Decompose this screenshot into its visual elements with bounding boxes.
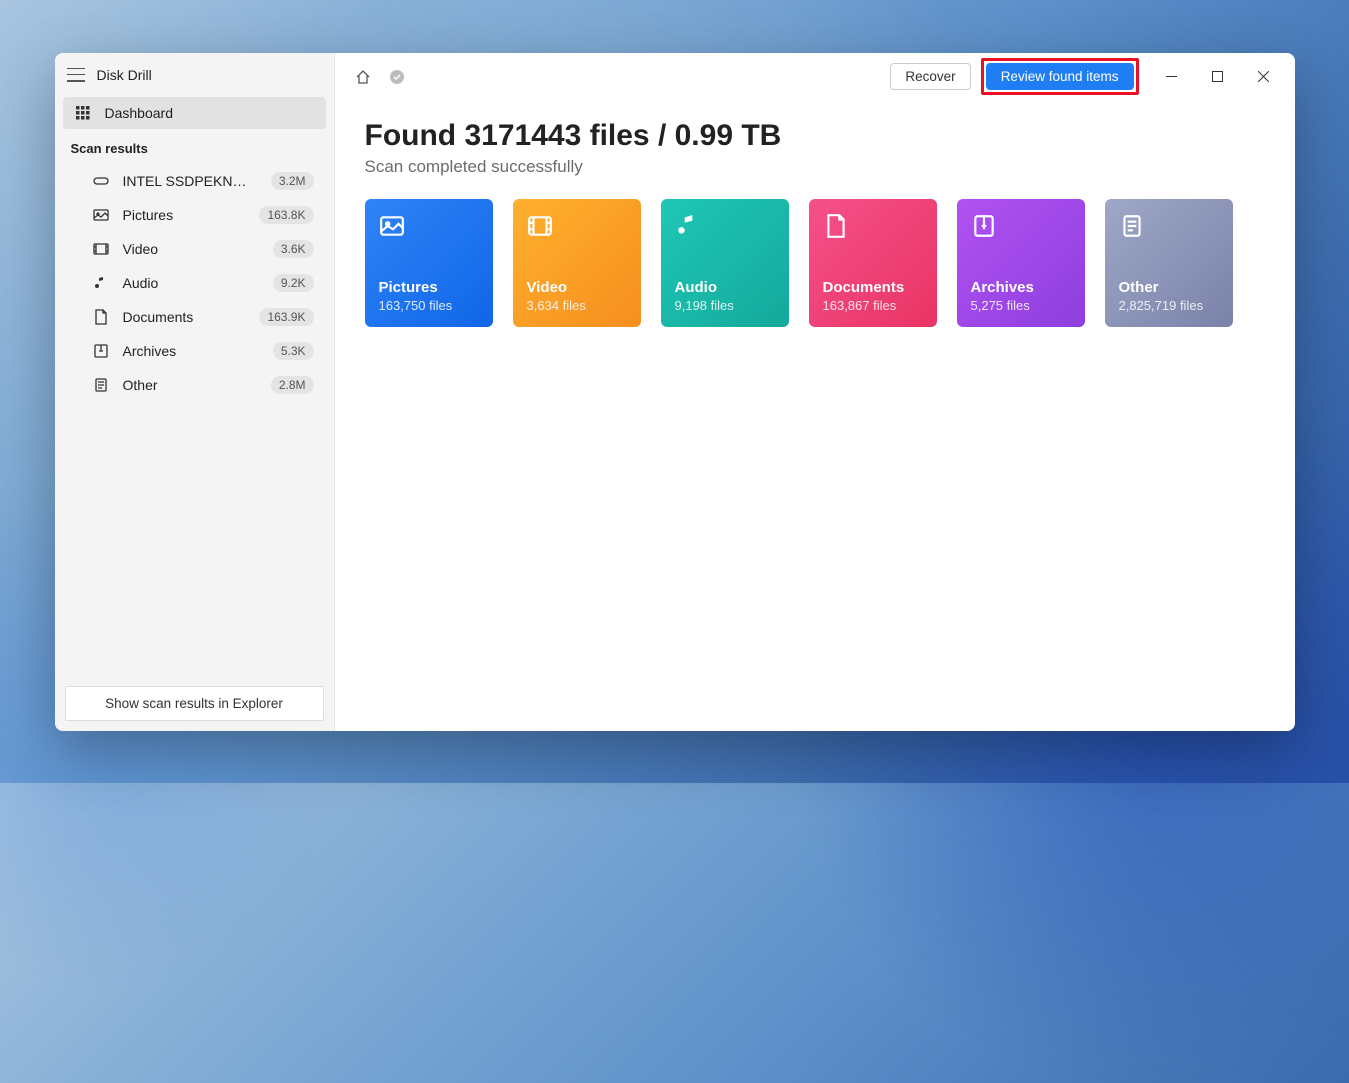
recover-button[interactable]: Recover	[890, 63, 970, 90]
card-sub: 2,825,719 files	[1119, 298, 1219, 313]
menu-icon[interactable]	[67, 68, 85, 82]
video-icon	[527, 213, 553, 239]
nav-item-label: Other	[123, 377, 158, 393]
page-headline: Found 3171443 files / 0.99 TB	[365, 119, 1265, 153]
window-controls	[1149, 61, 1287, 93]
count-badge: 3.6K	[273, 240, 314, 258]
file-icon	[93, 377, 109, 393]
nav-other[interactable]: Other 2.8M	[63, 368, 326, 402]
highlight-annotation: Review found items	[981, 58, 1139, 95]
nav-item-label: INTEL SSDPEKNW512G8	[123, 173, 257, 189]
nav-pictures[interactable]: Pictures 163.8K	[63, 198, 326, 232]
close-icon[interactable]	[1241, 61, 1287, 93]
nav-item-label: Pictures	[123, 207, 174, 223]
card-title: Video	[527, 279, 627, 296]
sidebar-header: Disk Drill	[55, 53, 334, 97]
minimize-icon[interactable]	[1149, 61, 1195, 93]
image-icon	[379, 213, 405, 239]
nav-documents[interactable]: Documents 163.9K	[63, 300, 326, 334]
nav-dashboard-label: Dashboard	[105, 105, 174, 121]
nav-item-label: Audio	[123, 275, 159, 291]
card-title: Audio	[675, 279, 775, 296]
sidebar-heading-scan: Scan results	[55, 129, 334, 164]
card-sub: 5,275 files	[971, 298, 1071, 313]
card-sub: 163,867 files	[823, 298, 923, 313]
card-pictures[interactable]: Pictures 163,750 files	[365, 199, 493, 327]
count-badge: 2.8M	[271, 376, 314, 394]
file-icon	[1119, 213, 1145, 239]
maximize-icon[interactable]	[1195, 61, 1241, 93]
home-icon[interactable]	[355, 69, 371, 85]
card-sub: 163,750 files	[379, 298, 479, 313]
card-title: Archives	[971, 279, 1071, 296]
count-badge: 9.2K	[273, 274, 314, 292]
nav-archives[interactable]: Archives 5.3K	[63, 334, 326, 368]
card-title: Documents	[823, 279, 923, 296]
card-sub: 3,634 files	[527, 298, 627, 313]
topbar: Recover Review found items	[335, 53, 1295, 101]
nav-dashboard[interactable]: Dashboard	[63, 97, 326, 129]
card-title: Pictures	[379, 279, 479, 296]
content: Found 3171443 files / 0.99 TB Scan compl…	[335, 101, 1295, 345]
video-icon	[93, 241, 109, 257]
app-title: Disk Drill	[97, 67, 152, 83]
count-badge: 163.8K	[259, 206, 313, 224]
card-archives[interactable]: Archives 5,275 files	[957, 199, 1085, 327]
review-found-items-button[interactable]: Review found items	[986, 63, 1134, 90]
count-badge: 3.2M	[271, 172, 314, 190]
nav-video[interactable]: Video 3.6K	[63, 232, 326, 266]
nav-item-label: Documents	[123, 309, 194, 325]
show-in-explorer-button[interactable]: Show scan results in Explorer	[65, 686, 324, 721]
music-icon	[93, 275, 109, 291]
card-documents[interactable]: Documents 163,867 files	[809, 199, 937, 327]
count-badge: 5.3K	[273, 342, 314, 360]
nav-drive[interactable]: INTEL SSDPEKNW512G8 3.2M	[63, 164, 326, 198]
card-sub: 9,198 files	[675, 298, 775, 313]
card-audio[interactable]: Audio 9,198 files	[661, 199, 789, 327]
drive-icon	[93, 173, 109, 189]
nav-item-label: Video	[123, 241, 159, 257]
app-window: Disk Drill Dashboard Scan results INTEL …	[55, 53, 1295, 731]
page-subhead: Scan completed successfully	[365, 157, 1265, 177]
nav-audio[interactable]: Audio 9.2K	[63, 266, 326, 300]
music-icon	[675, 213, 701, 239]
archive-icon	[971, 213, 997, 239]
card-title: Other	[1119, 279, 1219, 296]
category-cards: Pictures 163,750 files Video 3,634 files…	[365, 199, 1265, 327]
count-badge: 163.9K	[259, 308, 313, 326]
nav-item-label: Archives	[123, 343, 177, 359]
archive-icon	[93, 343, 109, 359]
grid-icon	[75, 105, 91, 121]
document-icon	[93, 309, 109, 325]
sidebar: Disk Drill Dashboard Scan results INTEL …	[55, 53, 335, 731]
card-video[interactable]: Video 3,634 files	[513, 199, 641, 327]
main-panel: Recover Review found items Found 3171443…	[335, 53, 1295, 731]
check-circle-icon[interactable]	[389, 69, 405, 85]
image-icon	[93, 207, 109, 223]
card-other[interactable]: Other 2,825,719 files	[1105, 199, 1233, 327]
document-icon	[823, 213, 849, 239]
